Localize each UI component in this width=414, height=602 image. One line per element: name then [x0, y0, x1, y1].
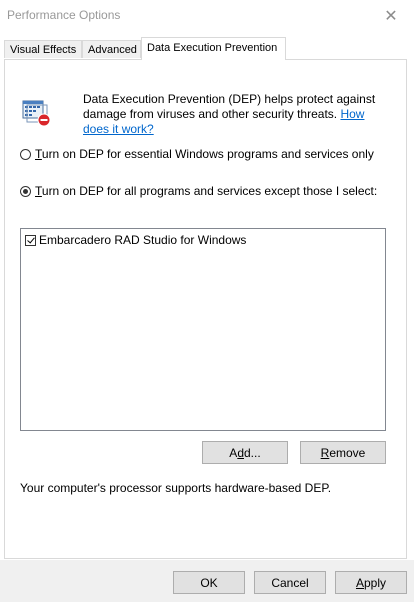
exception-checkbox[interactable]	[25, 234, 36, 246]
window-title: Performance Options	[7, 8, 121, 22]
dep-description: Data Execution Prevention (DEP) helps pr…	[83, 92, 376, 121]
radio-all-label: Turn on DEP for all programs and service…	[35, 184, 378, 198]
radio-essential[interactable]	[20, 148, 31, 160]
list-item[interactable]: Embarcadero RAD Studio for Windows	[25, 233, 246, 247]
close-button[interactable]: ✕	[368, 0, 414, 30]
radio-essential-row[interactable]: Turn on DEP for essential Windows progra…	[20, 147, 374, 161]
close-icon: ✕	[384, 5, 398, 25]
exceptions-listbox[interactable]: Embarcadero RAD Studio for Windows	[20, 228, 386, 431]
ok-button[interactable]: OK	[173, 571, 245, 594]
apply-button[interactable]: Apply	[335, 571, 407, 594]
cancel-button[interactable]: Cancel	[254, 571, 326, 594]
add-button[interactable]: Ad d...	[202, 441, 288, 464]
radio-essential-label: Turn on DEP for essential Windows progra…	[35, 147, 374, 161]
tab-visual-effects[interactable]: Visual Effects	[4, 40, 82, 58]
performance-options-window: Performance Options ✕ Visual Effects Adv…	[0, 0, 414, 602]
remove-button[interactable]: Remove	[300, 441, 386, 464]
dep-shield-icon	[22, 100, 51, 127]
hardware-dep-support-text: Your computer's processor supports hardw…	[20, 481, 332, 495]
tab-advanced[interactable]: Advanced	[82, 40, 141, 58]
radio-all[interactable]	[20, 185, 31, 197]
tab-data-execution-prevention[interactable]: Data Execution Prevention	[141, 37, 286, 60]
dep-intro-text: Data Execution Prevention (DEP) helps pr…	[83, 92, 383, 137]
list-item-label: Embarcadero RAD Studio for Windows	[39, 233, 247, 247]
title-bar: Performance Options ✕	[0, 0, 414, 30]
radio-all-row[interactable]: Turn on DEP for all programs and service…	[20, 184, 377, 198]
